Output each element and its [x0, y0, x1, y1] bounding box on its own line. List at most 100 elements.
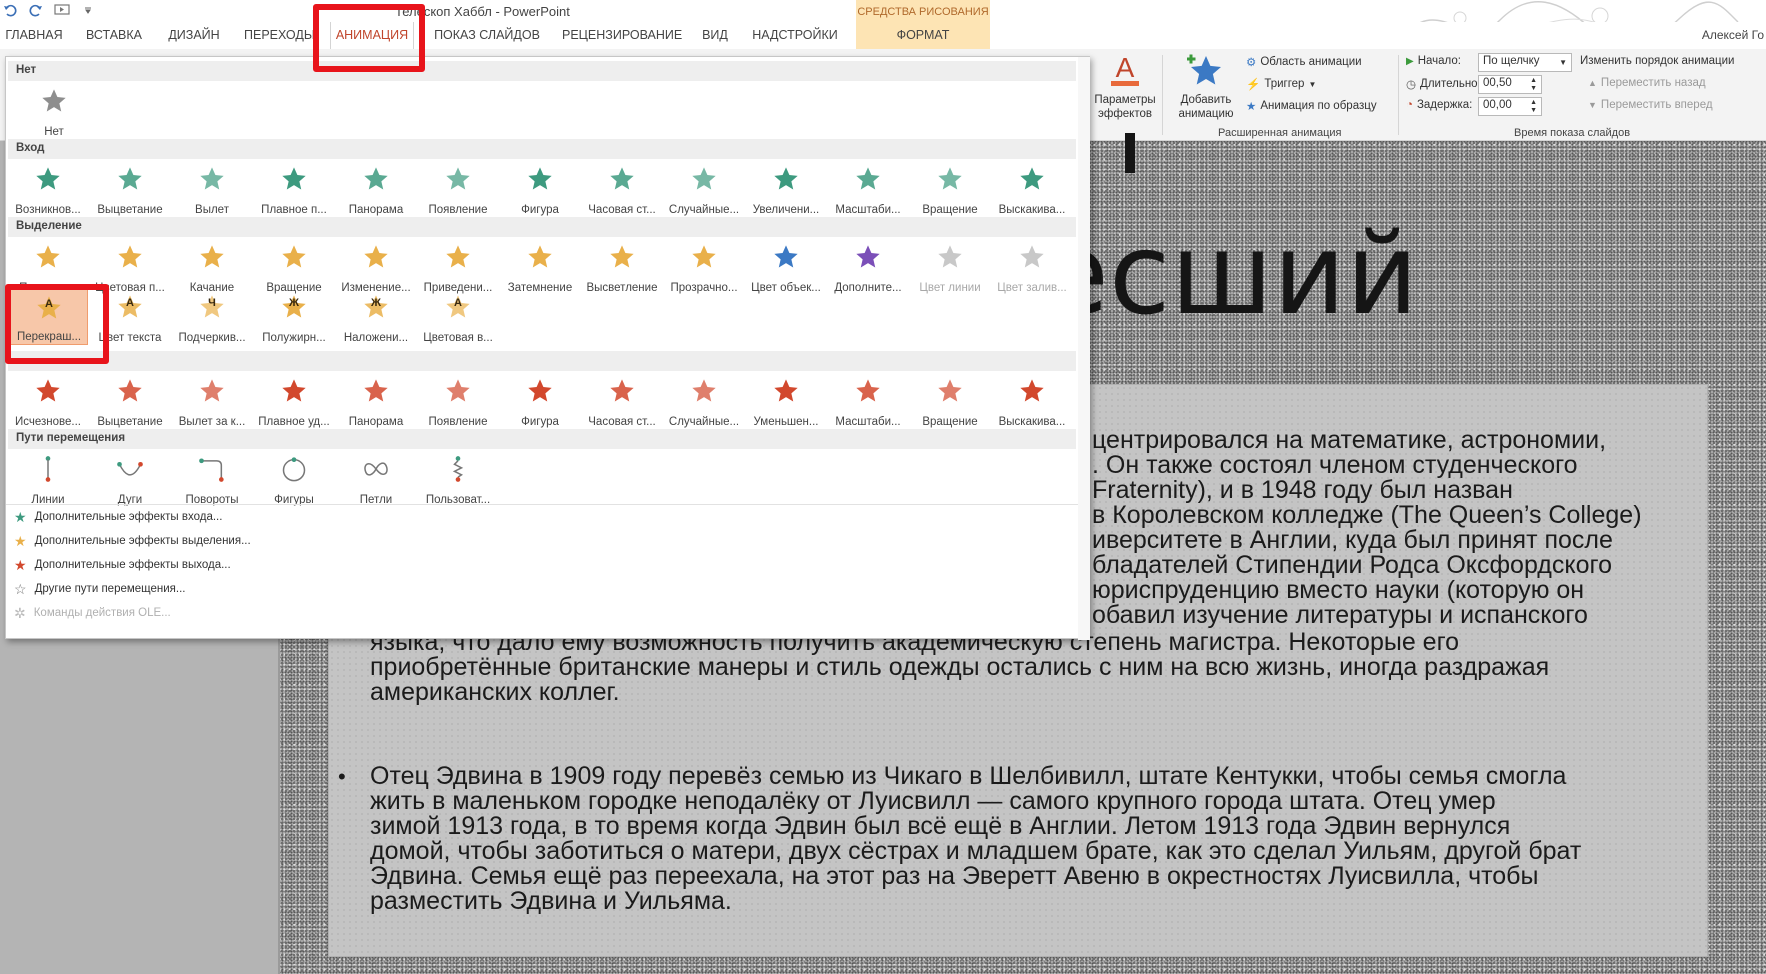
tab-transitions[interactable]: ПЕРЕХОДЫ [244, 22, 315, 49]
more-exit-effects[interactable]: ★ Дополнительные эффекты выхода... [14, 554, 231, 576]
emphasis-text-effect-5[interactable]: А Цветовая в... [418, 289, 498, 345]
start-slideshow-icon[interactable] [54, 2, 70, 18]
emphasis-effect-4[interactable]: Изменение... [336, 239, 416, 295]
redo-icon[interactable] [28, 2, 44, 18]
effect-options-button[interactable]: A Параметры эффектов [1090, 52, 1160, 121]
paragraph-1-partial[interactable]: центрировался на математике, астрономии,… [1092, 428, 1642, 628]
entrance-effect-2[interactable]: Вылет [172, 161, 252, 217]
animation-none[interactable]: Нет [14, 83, 94, 139]
text-line: юриспруденцию вместо науки (которую он [1092, 576, 1585, 604]
quick-access-toolbar [2, 2, 96, 18]
tab-view[interactable]: ВИД [698, 22, 732, 49]
tab-format[interactable]: ФОРМАТ [856, 28, 990, 42]
user-name[interactable]: Алексей Го [1702, 28, 1764, 42]
entrance-effect-5[interactable]: Появление [418, 161, 498, 217]
ole-action-verbs[interactable]: ✲ Команды действия OLE... [14, 602, 171, 624]
exit-effect-10[interactable]: Масштаби... [828, 373, 908, 429]
exit-effect-1[interactable]: Выцветание [90, 373, 170, 429]
exit-effect-9[interactable]: Уменьшен... [746, 373, 826, 429]
more-entrance-effects[interactable]: ★ Дополнительные эффекты входа... [14, 506, 222, 528]
star-icon [938, 379, 962, 402]
paragraph-1-end[interactable]: языка, что дало ему возможность получить… [370, 630, 1549, 705]
entrance-effect-6[interactable]: Фигура [500, 161, 580, 217]
emphasis-effect-3[interactable]: Вращение [254, 239, 334, 295]
letter-glyph: Ж [289, 297, 299, 309]
star-icon [446, 245, 470, 268]
motion-path-5[interactable]: Пользоват... [418, 451, 498, 507]
entrance-effect-0[interactable]: Возникнов... [8, 161, 88, 217]
star-icon [692, 379, 716, 402]
exit-effect-5[interactable]: Появление [418, 373, 498, 429]
star-icon [118, 167, 142, 190]
motion-path-0[interactable]: Линии [8, 451, 88, 507]
entrance-effect-10[interactable]: Масштаби... [828, 161, 908, 217]
more-motion-paths[interactable]: ☆ Другие пути перемещения... [14, 578, 185, 600]
exit-effect-2[interactable]: Вылет за к... [172, 373, 252, 429]
entrance-effect-11[interactable]: Вращение [910, 161, 990, 217]
text-line: жить в маленьком городке неподалёку от Л… [370, 787, 1496, 815]
animation-painter-button[interactable]: ★ Анимация по образцу [1246, 99, 1377, 113]
customize-qat-icon[interactable] [80, 2, 96, 18]
tab-review[interactable]: РЕЦЕНЗИРОВАНИЕ [562, 22, 682, 49]
more-emphasis-effects[interactable]: ★ Дополнительные эффекты выделения... [14, 530, 251, 552]
delay-stepper[interactable]: 00,00 ▲ ▼ [1478, 97, 1542, 116]
trigger-button[interactable]: ⚡ Триггер ▼ [1246, 77, 1316, 91]
animation-pane-icon: ⚙ [1246, 57, 1257, 69]
emphasis-text-effect-3[interactable]: Ж Полужирн... [254, 289, 334, 345]
exit-effect-0[interactable]: Исчезнове... [8, 373, 88, 429]
text-line: в Королевском колледже (The Queen’s Coll… [1092, 501, 1642, 529]
loop-path-icon [364, 462, 388, 476]
emphasis-effect-9[interactable]: Цвет объек... [746, 239, 826, 295]
tab-design[interactable]: ДИЗАЙН [166, 22, 222, 49]
star-icon [282, 245, 306, 268]
emphasis-effect-2[interactable]: Качание [172, 239, 252, 295]
exit-effect-8[interactable]: Случайные... [664, 373, 744, 429]
entrance-effect-12[interactable]: Выскакива... [992, 161, 1072, 217]
exit-effect-4[interactable]: Панорама [336, 373, 416, 429]
entrance-effect-1[interactable]: Выцветание [90, 161, 170, 217]
entrance-effect-7[interactable]: Часовая ст... [582, 161, 662, 217]
exit-effect-6[interactable]: Фигура [500, 373, 580, 429]
emphasis-effect-6[interactable]: Затемнение [500, 239, 580, 295]
clock-icon: ◷ [1406, 79, 1417, 91]
entrance-effect-3[interactable]: Плавное п... [254, 161, 334, 217]
undo-icon[interactable] [2, 2, 18, 18]
line-path-icon [45, 456, 51, 482]
tab-slideshow[interactable]: ПОКАЗ СЛАЙДОВ [434, 22, 540, 49]
motion-path-2[interactable]: Повороты [172, 451, 252, 507]
add-animation-button[interactable]: Добавить анимацию [1168, 53, 1244, 121]
emphasis-effect-7[interactable]: Высветление [582, 239, 662, 295]
exit-effect-7[interactable]: Часовая ст... [582, 373, 662, 429]
star-icon [36, 379, 60, 402]
emphasis-text-effect-4[interactable]: Ж Наложени... [336, 289, 416, 345]
motion-path-1[interactable]: Дуги [90, 451, 170, 507]
move-earlier-button[interactable]: ▲ Переместить назад [1588, 77, 1706, 89]
tab-addins[interactable]: НАДСТРОЙКИ [752, 22, 838, 49]
text-line: домой, чтобы заботиться о матери, двух с… [370, 837, 1582, 865]
slide-title[interactable]: есший [1040, 210, 1419, 340]
exit-effect-12[interactable]: Выскакива... [992, 373, 1072, 429]
motion-path-3[interactable]: Фигуры [254, 451, 334, 507]
emphasis-text-effect-2[interactable]: Ч Подчеркив... [172, 289, 252, 345]
emphasis-effect-5[interactable]: Приведени... [418, 239, 498, 295]
paragraph-2[interactable]: Отец Эдвина в 1909 году перевёз семью из… [370, 764, 1581, 914]
duration-stepper[interactable]: 00,50 ▲ ▼ [1478, 75, 1542, 94]
start-select[interactable]: По щелчку ▼ [1478, 53, 1572, 72]
animation-pane-button[interactable]: ⚙ Область анимации [1246, 55, 1362, 69]
entrance-effect-8[interactable]: Случайные... [664, 161, 744, 217]
tab-home[interactable]: ГЛАВНАЯ [4, 22, 64, 49]
move-later-button[interactable]: ▼ Переместить вперед [1588, 99, 1713, 111]
entrance-effect-9[interactable]: Увеличени... [746, 161, 826, 217]
exit-effect-3[interactable]: Плавное уд... [254, 373, 334, 429]
entrance-effect-4[interactable]: Панорама [336, 161, 416, 217]
emphasis-effect-8[interactable]: Прозрачно... [664, 239, 744, 295]
tab-insert[interactable]: ВСТАВКА [84, 22, 144, 49]
exit-effect-11[interactable]: Вращение [910, 373, 990, 429]
emphasis-effect-11[interactable]: Цвет линии [910, 239, 990, 295]
custom-path-icon [452, 456, 464, 482]
motion-path-4[interactable]: Петли [336, 451, 416, 507]
outline-star-icon: ☆ [14, 580, 27, 597]
emphasis-effect-10[interactable]: Дополните... [828, 239, 908, 295]
emphasis-effect-12[interactable]: Цвет залив... [992, 239, 1072, 295]
gallery-resize-handle[interactable] [1078, 57, 1090, 640]
